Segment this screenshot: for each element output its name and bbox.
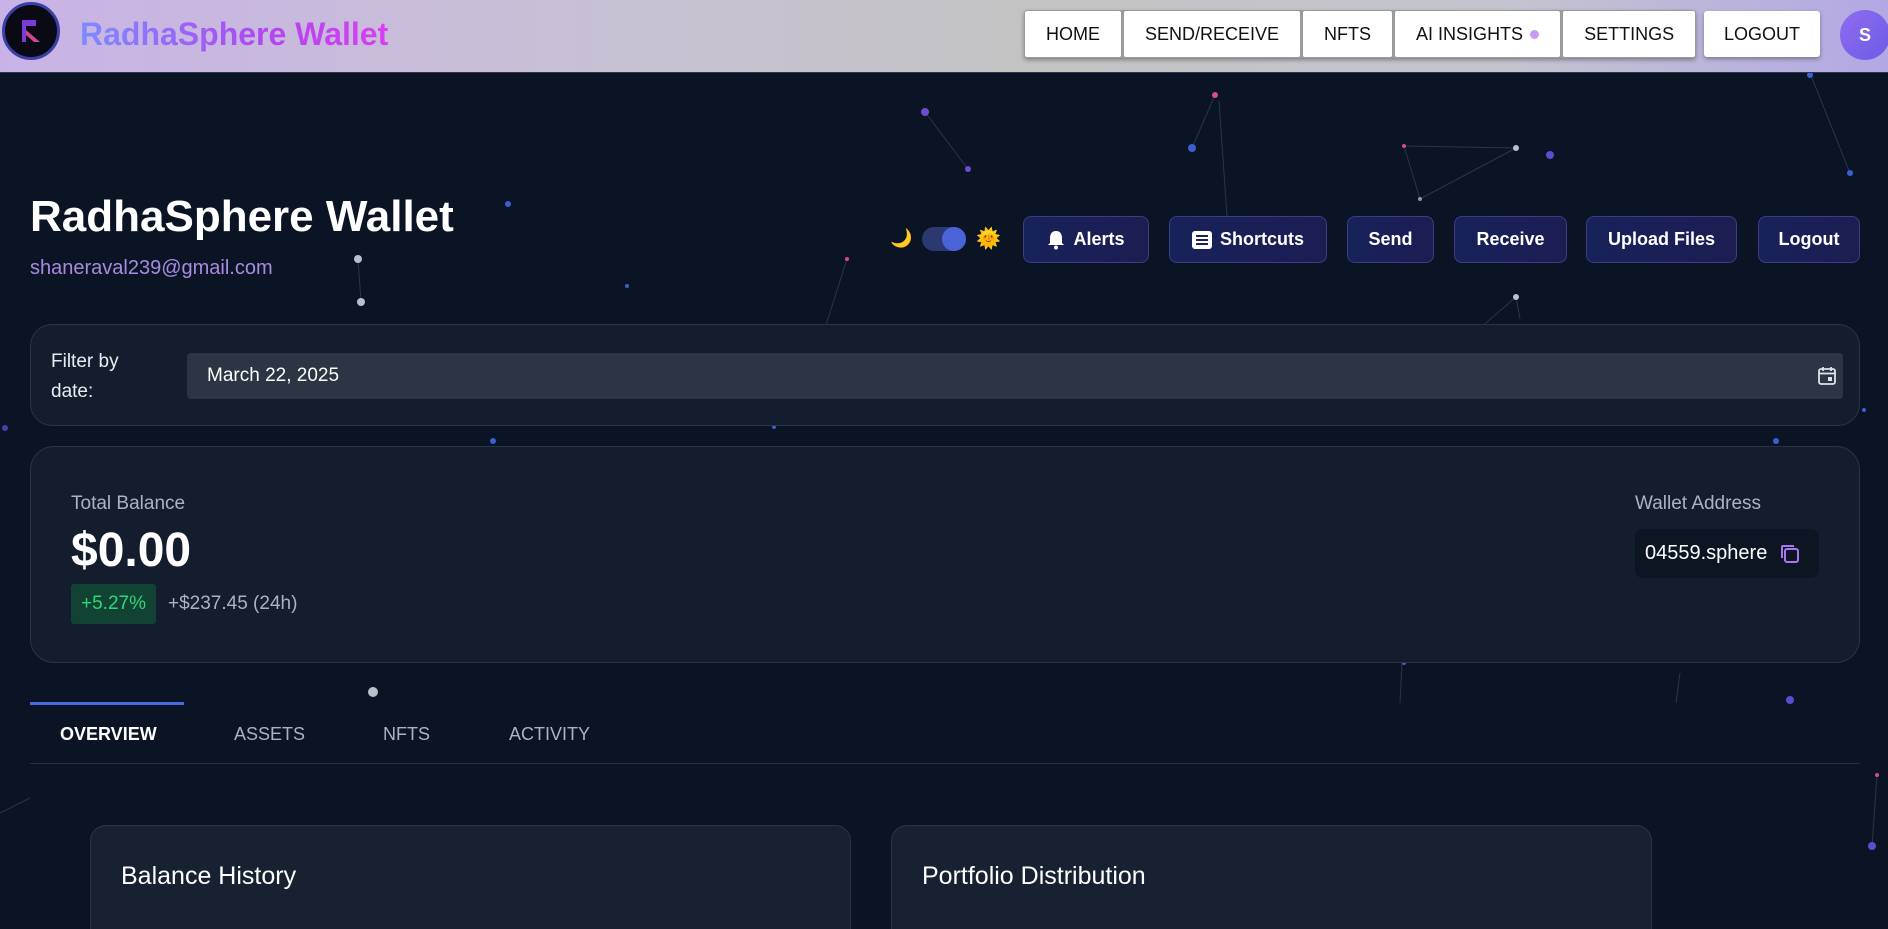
copy-icon[interactable]	[1779, 543, 1801, 565]
user-avatar[interactable]: S	[1840, 10, 1888, 60]
switch-knob	[942, 226, 967, 251]
total-balance-value: $0.00	[71, 524, 192, 577]
tab-bar: OVERVIEW ASSETS NFTS ACTIVITY	[30, 702, 1860, 764]
wallet-address-label: Wallet Address	[1635, 493, 1762, 514]
brand-name[interactable]: RadhaSphere Wallet	[80, 16, 388, 53]
user-email: shaneraval239@gmail.com	[30, 257, 273, 279]
page-title: RadhaSphere Wallet	[30, 192, 454, 241]
app-logo[interactable]	[2, 2, 60, 60]
logo-icon	[22, 20, 40, 42]
tab-overview[interactable]: OVERVIEW	[60, 724, 157, 745]
receive-button[interactable]: Receive	[1454, 216, 1567, 263]
nav-settings[interactable]: SETTINGS	[1563, 11, 1696, 57]
theme-switch[interactable]	[922, 226, 967, 251]
nav-logout-button[interactable]: LOGOUT	[1704, 11, 1820, 57]
portfolio-distribution-title: Portfolio Distribution	[922, 862, 1146, 890]
filter-label: Filter by date:	[51, 351, 119, 402]
balance-history-panel: Balance History	[90, 825, 851, 929]
nav-ai-insights[interactable]: AI INSIGHTS	[1395, 11, 1561, 57]
wallet-address-box: 04559.sphere	[1635, 529, 1819, 578]
balance-history-title: Balance History	[121, 862, 297, 890]
shortcuts-label: Shortcuts	[1219, 229, 1304, 249]
nav-ai-insights-label: AI INSIGHTS	[1416, 23, 1524, 44]
balance-card: Total Balance $0.00 +5.27% +$237.45 (24h…	[30, 446, 1860, 663]
date-value: March 22, 2025	[207, 365, 340, 386]
alerts-label: Alerts	[1073, 229, 1125, 249]
active-tab-indicator	[30, 702, 184, 705]
nav-nfts[interactable]: NFTS	[1303, 11, 1393, 57]
tab-activity[interactable]: ACTIVITY	[509, 724, 590, 745]
alerts-button[interactable]: Alerts	[1023, 216, 1149, 263]
portfolio-distribution-panel: Portfolio Distribution	[891, 825, 1652, 929]
moon-icon: 🌙	[890, 228, 913, 248]
nav-home[interactable]: HOME	[1025, 11, 1121, 57]
logout-button[interactable]: Logout	[1758, 216, 1860, 263]
shortcuts-button[interactable]: Shortcuts	[1169, 216, 1327, 263]
change-percent-badge: +5.27%	[71, 584, 156, 624]
date-filter-card: Filter by date: March 22, 2025	[30, 324, 1860, 426]
upload-files-button[interactable]: Upload Files	[1586, 216, 1737, 263]
total-balance-label: Total Balance	[71, 493, 186, 514]
tab-assets[interactable]: ASSETS	[234, 724, 305, 745]
date-input[interactable]: March 22, 2025	[187, 353, 1843, 399]
change-amount: +$237.45 (24h)	[168, 593, 298, 614]
wallet-address-value: 04559.sphere	[1645, 542, 1768, 564]
bell-icon	[1048, 230, 1065, 249]
nav-send-receive[interactable]: SEND/RECEIVE	[1124, 11, 1301, 57]
sun-icon: 🌞	[976, 228, 1002, 250]
theme-toggle[interactable]: 🌙 🌞	[890, 226, 1001, 251]
nav-menu: HOME SEND/RECEIVE NFTS AI INSIGHTS SETTI…	[1024, 10, 1697, 58]
top-navbar: RadhaSphere Wallet HOME SEND/RECEIVE NFT…	[0, 0, 1888, 73]
keyboard-icon	[1191, 230, 1212, 249]
send-button[interactable]: Send	[1347, 216, 1434, 263]
notification-dot-icon	[1530, 29, 1540, 39]
calendar-icon[interactable]	[1817, 366, 1837, 386]
tab-nfts[interactable]: NFTS	[383, 724, 430, 745]
